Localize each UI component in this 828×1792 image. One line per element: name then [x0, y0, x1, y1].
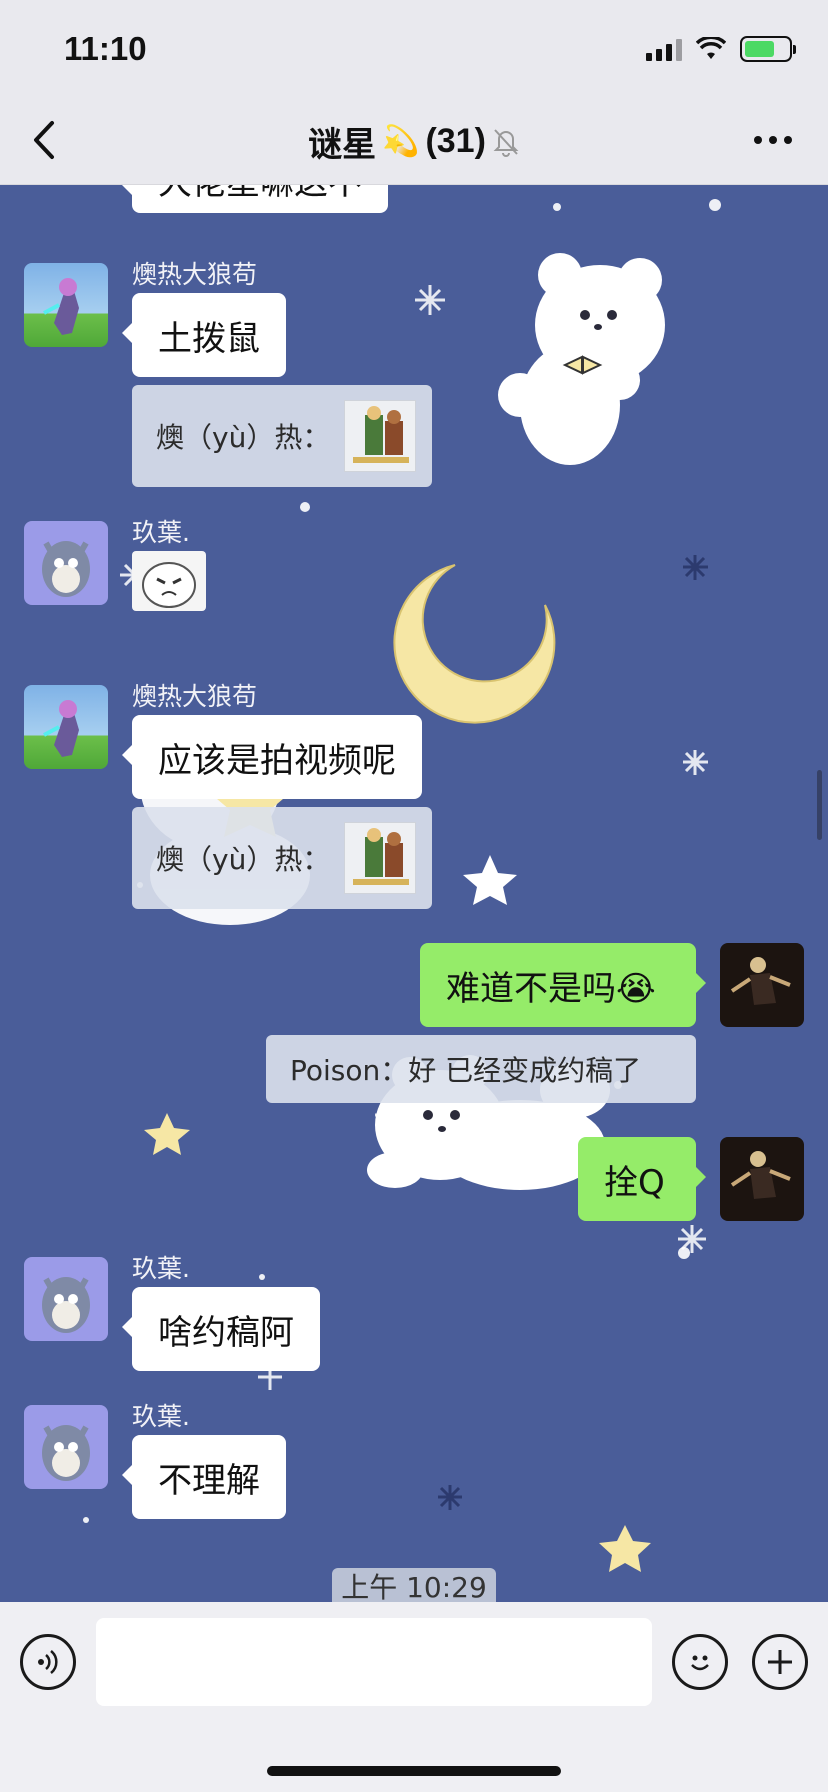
message-bubble[interactable]: 不理解: [122, 1435, 286, 1519]
avatar-self[interactable]: [720, 1137, 804, 1221]
plus-icon: [768, 1650, 792, 1674]
avatar-jiuye[interactable]: [24, 1405, 108, 1489]
more-options-button[interactable]: [754, 125, 798, 155]
character-avatar-icon: [43, 278, 79, 335]
message-bubble-self[interactable]: 难道不是吗😭: [420, 943, 706, 1027]
message-text: 啥约稿阿: [158, 1312, 294, 1353]
voice-button[interactable]: [20, 1634, 76, 1690]
group-name: 谜星: [308, 126, 377, 164]
timestamp-divider: 上午 10:29: [332, 1568, 496, 1602]
status-icons: [646, 36, 796, 62]
quoted-image-thumbnail: [344, 822, 417, 894]
message-bubble[interactable]: 应该是拍视频呢: [122, 715, 422, 799]
emoji-button[interactable]: [672, 1634, 728, 1690]
dancer-avatar-icon: [730, 957, 791, 1005]
message-text: 土拨鼠: [158, 318, 260, 359]
dancer-avatar-icon: [730, 1151, 791, 1199]
avatar-jiuye[interactable]: [24, 521, 108, 605]
quoted-message[interactable]: Poison：好 已经变成约稿了: [266, 1035, 696, 1103]
avatar-yure[interactable]: [24, 263, 108, 347]
wifi-icon: [696, 37, 726, 59]
message-text: 大佬星嘛这不: [158, 185, 362, 204]
signal-icon: [646, 37, 682, 61]
character-avatar-icon: [43, 700, 79, 757]
sender-name: 燠热大狼苟: [132, 260, 258, 289]
member-count: (31): [425, 122, 486, 160]
message-text: 拴Q: [604, 1162, 665, 1203]
voice-icon: [38, 1650, 58, 1674]
emoji-icon: [691, 1655, 709, 1671]
chat-header: 谜星 💫 (31): [0, 95, 828, 185]
more-functions-button[interactable]: [752, 1634, 808, 1690]
message-bubble-self[interactable]: 拴Q: [578, 1137, 706, 1221]
message-bubble[interactable]: 土拨鼠: [122, 293, 286, 377]
sender-name: 玖葉.: [132, 518, 190, 547]
sender-name: 燠热大狼苟: [132, 682, 258, 711]
message-bubble[interactable]: 啥约稿阿: [122, 1287, 320, 1371]
sender-name: 玖葉.: [132, 1402, 190, 1431]
cat-avatar-icon: [42, 1277, 90, 1333]
quoted-message[interactable]: 燠（yù）热：: [132, 807, 433, 909]
quote-label: 燠（yù）热：: [156, 421, 331, 454]
cat-avatar-icon: [42, 541, 90, 597]
avatar-yure[interactable]: [24, 685, 108, 769]
input-bar: [0, 1602, 828, 1792]
quote-text: Poison：好 已经变成约稿了: [290, 1054, 642, 1087]
message-text: 不理解: [158, 1460, 260, 1501]
battery-icon: [740, 36, 796, 62]
message-text: 应该是拍视频呢: [158, 740, 396, 781]
home-indicator[interactable]: [267, 1766, 561, 1776]
message-input[interactable]: [96, 1618, 652, 1706]
quoted-message[interactable]: 燠（yù）热：: [132, 385, 433, 487]
muted-bell-icon: [493, 128, 519, 157]
avatar-jiuye[interactable]: [24, 1257, 108, 1341]
scrollbar[interactable]: [817, 770, 822, 840]
avatar-self[interactable]: [720, 943, 804, 1027]
status-bar: 11:10: [0, 0, 828, 95]
sticker-image[interactable]: [132, 551, 206, 611]
chat-title: 谜星 💫 (31): [0, 117, 828, 166]
quoted-image-thumbnail: [344, 400, 417, 472]
quote-label: 燠（yù）热：: [156, 843, 331, 876]
title-emoji: 💫: [382, 125, 420, 158]
message-bubble[interactable]: 大佬星嘛这不: [122, 185, 388, 213]
message-list[interactable]: 大佬星嘛这不 燠热大狼苟 土拨鼠 燠（yù）热： 玖葉.: [0, 185, 828, 1602]
cat-avatar-icon: [42, 1425, 90, 1481]
ellipsis-icon: [754, 136, 762, 144]
message-text: 难道不是吗😭: [446, 968, 656, 1009]
sender-name: 玖葉.: [132, 1254, 190, 1283]
status-time: 11:10: [64, 30, 147, 67]
